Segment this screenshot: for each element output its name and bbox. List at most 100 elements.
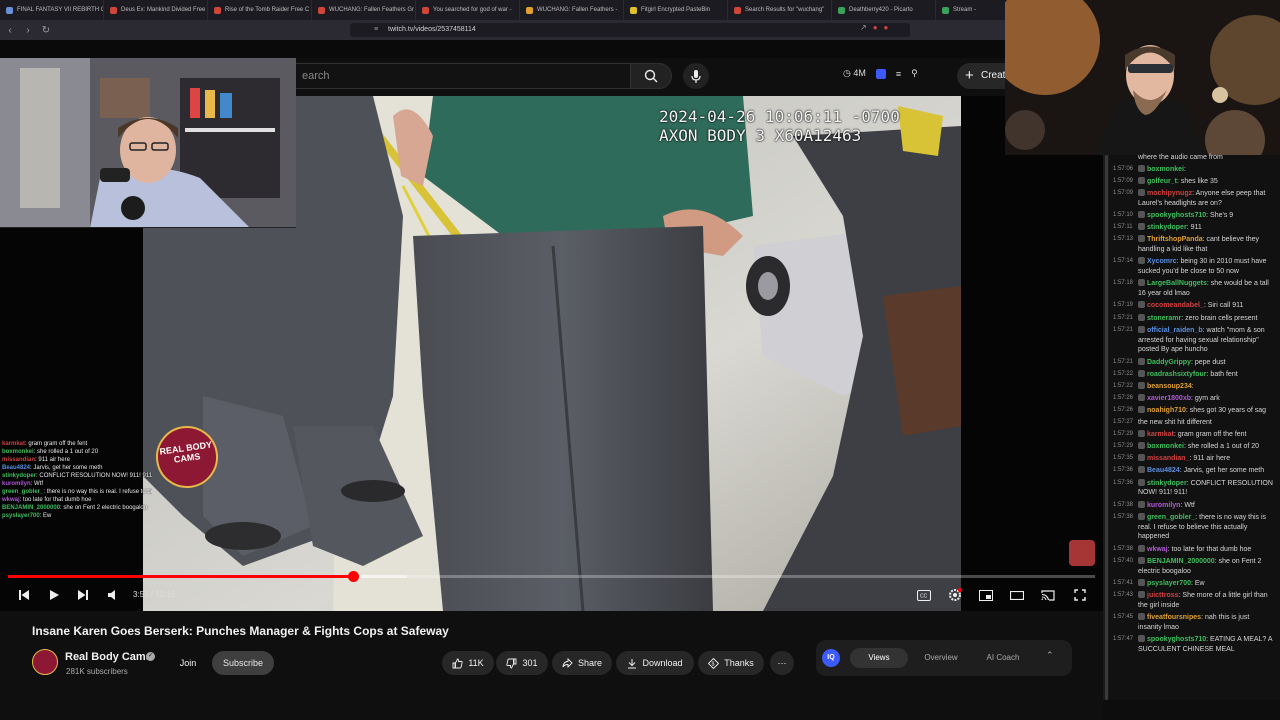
vidiq-logo-icon[interactable]: IQ	[822, 649, 840, 667]
like-button[interactable]: 11K	[442, 651, 494, 675]
extension-icon[interactable]: ●	[873, 23, 878, 32]
settings-button[interactable]	[943, 583, 967, 607]
tab-ai-coach[interactable]: AI Coach	[974, 648, 1032, 668]
back-icon[interactable]: ‹	[2, 25, 18, 36]
chat-username[interactable]: kuromilyn	[1147, 502, 1180, 509]
tab-views[interactable]: Views	[850, 648, 908, 668]
chat-timestamp: 1:57:43	[1113, 591, 1134, 598]
chat-username[interactable]: cocomeandabel_	[1147, 302, 1204, 309]
share-button[interactable]: Share	[552, 651, 612, 675]
theater-button[interactable]	[1005, 583, 1029, 607]
extension-icon[interactable]: ●	[884, 23, 889, 32]
chat-badge-icon	[1138, 634, 1145, 642]
chat-username[interactable]: BENJAMIN_2000000	[1147, 558, 1215, 565]
volume-button[interactable]	[101, 583, 125, 607]
previous-button[interactable]	[12, 583, 36, 607]
play-button[interactable]	[42, 583, 66, 607]
chat-username[interactable]: ThriftshopPanda	[1147, 236, 1203, 243]
subscribe-button[interactable]: Subscribe	[212, 651, 274, 675]
dislike-button[interactable]: 301	[496, 651, 548, 675]
browser-tab[interactable]: Rise of the Tomb Raider Free C	[208, 0, 312, 20]
next-button[interactable]	[71, 583, 95, 607]
chat-username[interactable]: karmkat	[1147, 431, 1174, 438]
chat-message: 1:57:41 psyslayer700: Ew	[1113, 578, 1273, 589]
trophy-icon[interactable]: ⚲	[911, 68, 918, 79]
chat-username[interactable]: fiveatfoursnipes	[1147, 614, 1201, 621]
browser-tab[interactable]: You searched for god of war -	[416, 0, 520, 20]
chat-username[interactable]: Xycomrc	[1147, 258, 1177, 265]
bodycam-timestamp-overlay: 2024-04-26 10:06:11 -0700 AXON BODY 3 X6…	[659, 107, 900, 145]
extension-badge-icon[interactable]	[875, 68, 886, 79]
chat-username[interactable]: xavier1800xb	[1147, 395, 1191, 402]
channel-avatar[interactable]	[32, 649, 58, 675]
chat-username[interactable]: mochipynugz	[1147, 190, 1192, 197]
browser-tab[interactable]: Stream -	[936, 0, 1005, 20]
tab-favicon-icon	[526, 6, 533, 14]
list-icon[interactable]: ≡	[896, 69, 901, 79]
voice-search-button[interactable]	[683, 63, 709, 89]
chat-username[interactable]: LargeBallNuggets	[1147, 280, 1207, 287]
share-page-icon[interactable]: ↗	[860, 23, 867, 32]
thanks-button[interactable]: $ Thanks	[698, 651, 764, 675]
chat-username[interactable]: golfeur_t	[1147, 178, 1177, 185]
chat-username[interactable]: stoneramr	[1147, 315, 1181, 322]
progress-scrubber[interactable]	[347, 571, 359, 582]
join-button[interactable]: Join	[172, 651, 204, 675]
search-button[interactable]	[630, 63, 672, 89]
chat-username[interactable]: Beau4824	[1147, 467, 1180, 474]
fullscreen-icon	[1074, 589, 1086, 601]
browser-tab[interactable]: Deathberry420 - Picarto	[832, 0, 936, 20]
more-actions-button[interactable]: ⋯	[770, 651, 794, 675]
chevron-up-icon[interactable]: ⌃	[1046, 650, 1054, 661]
forward-icon[interactable]: ›	[20, 25, 36, 36]
chat-username[interactable]: official_raiden_b	[1147, 327, 1203, 334]
miniplayer-icon	[979, 589, 993, 601]
progress-bar[interactable]	[8, 571, 1095, 582]
tab-overview[interactable]: Overview	[912, 648, 970, 668]
channel-name[interactable]: Real Body Cams	[65, 651, 152, 663]
download-button[interactable]: Download	[616, 651, 694, 675]
chat-timestamp: 1:57:47	[1113, 635, 1134, 642]
chat-username[interactable]: wkwaj	[1147, 546, 1168, 553]
share-icon	[562, 658, 573, 668]
browser-tab[interactable]: Search Results for "wuchang"	[728, 0, 832, 20]
chat-message: 1:57:09 mochipynugz: Anyone else peep tha…	[1113, 189, 1273, 209]
chat-username[interactable]: noahigh710	[1147, 407, 1186, 414]
chat-timestamp: 1:57:21	[1113, 314, 1134, 321]
chat-username[interactable]: roadrashsixtyfour	[1147, 371, 1207, 378]
chat-message: 1:57:36 stinkydoper: CONFLICT RESOLUTION …	[1113, 478, 1273, 499]
browser-tab[interactable]: Fitgirl Encrypted PasteBin	[624, 0, 728, 20]
miniplayer-button[interactable]	[974, 583, 998, 607]
reload-icon[interactable]: ↻	[38, 25, 54, 36]
fullscreen-button[interactable]	[1068, 583, 1092, 607]
search-input[interactable]: earch	[295, 63, 630, 89]
chat-username[interactable]: DaddyGrippy	[1147, 359, 1191, 366]
overlay-chat-message: Jarvis, get her some meth	[33, 465, 103, 471]
tab-favicon-icon	[110, 6, 117, 14]
chat-username[interactable]: boxmonkei	[1147, 166, 1184, 173]
chat-username[interactable]: stinkydoper	[1147, 480, 1187, 487]
url-field[interactable]: ≡ twitch.tv/videos/2537458114	[350, 23, 910, 37]
chat-username[interactable]: missandian_	[1147, 455, 1189, 462]
chat-timestamp: 1:57:22	[1113, 370, 1134, 377]
chat-username[interactable]: green_gobler_	[1147, 514, 1195, 521]
chat-badge-icon	[1138, 512, 1145, 520]
captions-button[interactable]: CC	[912, 583, 936, 607]
chat-badge-icon	[1138, 357, 1145, 365]
chat-scrollbar-thumb[interactable]	[1105, 155, 1108, 700]
chat-username[interactable]: stinkydoper	[1147, 224, 1187, 231]
chat-username[interactable]: spookyghosts710	[1147, 636, 1206, 643]
extension-counter[interactable]: ◷ 4M	[843, 68, 866, 79]
browser-tab[interactable]: WUCHANG: Fallen Feathers Gr	[312, 0, 416, 20]
browser-tab[interactable]: Deus Ex: Mankind Divided Free	[104, 0, 208, 20]
chat-username[interactable]: beansoup234	[1147, 383, 1192, 390]
chat-username[interactable]: spookyghosts710	[1147, 212, 1206, 219]
browser-tab[interactable]: WUCHANG: Fallen Feathers -	[520, 0, 624, 20]
chat-username[interactable]: juicttross	[1147, 592, 1179, 599]
chat-username[interactable]: psyslayer700	[1147, 580, 1191, 587]
download-label: Download	[642, 658, 683, 668]
chat-badge-icon	[1138, 612, 1145, 620]
chat-username[interactable]: boxmonkei	[1147, 443, 1184, 450]
cast-button[interactable]	[1036, 583, 1060, 607]
browser-tab[interactable]: FINAL FANTASY VII REBIRTH C	[0, 0, 104, 20]
